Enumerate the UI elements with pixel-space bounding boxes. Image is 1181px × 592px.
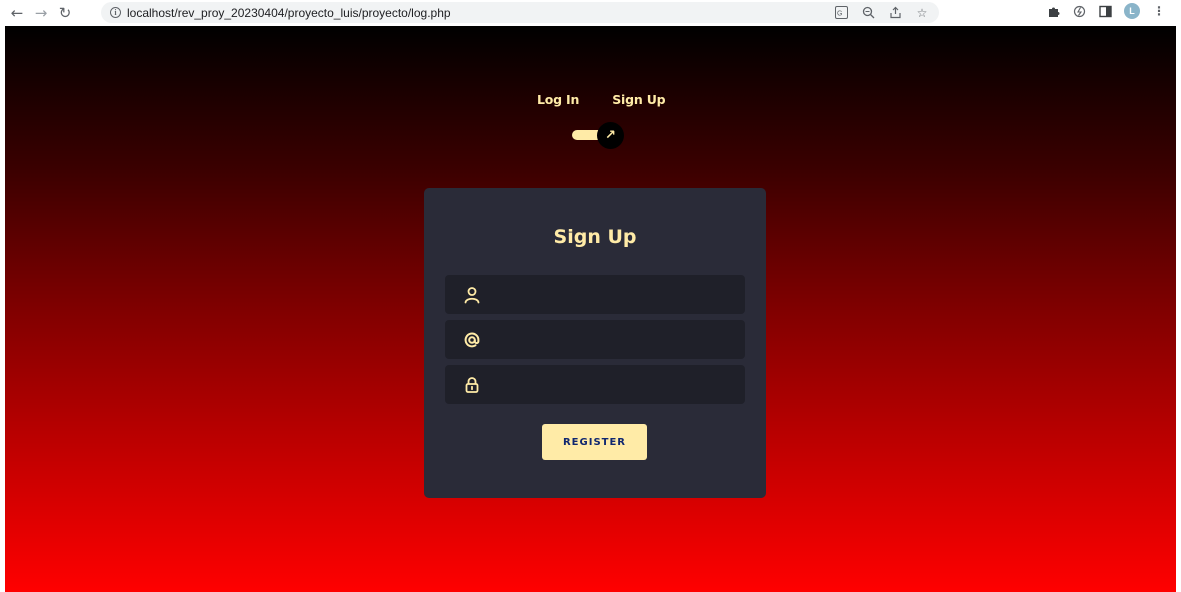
register-button[interactable]: REGISTER [542,424,647,460]
name-input[interactable] [489,275,739,314]
user-icon [463,286,481,304]
lock-icon [463,376,481,394]
profile-avatar[interactable]: L [1124,3,1140,19]
browser-toolbar: ← → ↻ i localhost/rev_proy_20230404/proy… [0,0,1181,26]
side-panel-icon[interactable] [1098,4,1112,18]
email-input[interactable] [489,320,739,359]
reload-icon[interactable]: ↻ [54,2,76,24]
password-field[interactable] [445,365,745,404]
at-icon [463,331,481,349]
share-icon[interactable] [888,6,902,20]
address-url[interactable]: localhost/rev_proy_20230404/proyecto_lui… [127,6,451,20]
card-title: Sign Up [553,226,637,248]
forward-arrow-icon[interactable]: → [30,2,52,24]
signup-card: Sign Up REGISTER [424,188,766,498]
password-input[interactable] [489,365,739,404]
zoom-icon[interactable] [861,6,875,20]
site-info-icon[interactable]: i [110,7,121,18]
svg-text:G: G [837,11,842,18]
tab-login[interactable]: Log In [537,92,579,107]
back-arrow-icon[interactable]: ← [6,2,28,24]
arrow-up-right-icon[interactable]: ↗ [597,122,624,149]
page-background: Log In Sign Up ↗ Sign Up REGISTER [5,26,1176,592]
translate-icon[interactable]: G [834,6,848,20]
auth-tabs: Log In Sign Up [537,92,666,107]
bookmark-star-icon[interactable]: ☆ [915,6,929,20]
name-field[interactable] [445,275,745,314]
extensions-puzzle-icon[interactable] [1046,4,1060,18]
address-bar[interactable]: i localhost/rev_proy_20230404/proyecto_l… [101,2,939,23]
performance-icon[interactable] [1072,4,1086,18]
tab-signup[interactable]: Sign Up [612,92,665,107]
email-field[interactable] [445,320,745,359]
menu-kebab-icon[interactable]: ⋮ [1152,4,1166,18]
